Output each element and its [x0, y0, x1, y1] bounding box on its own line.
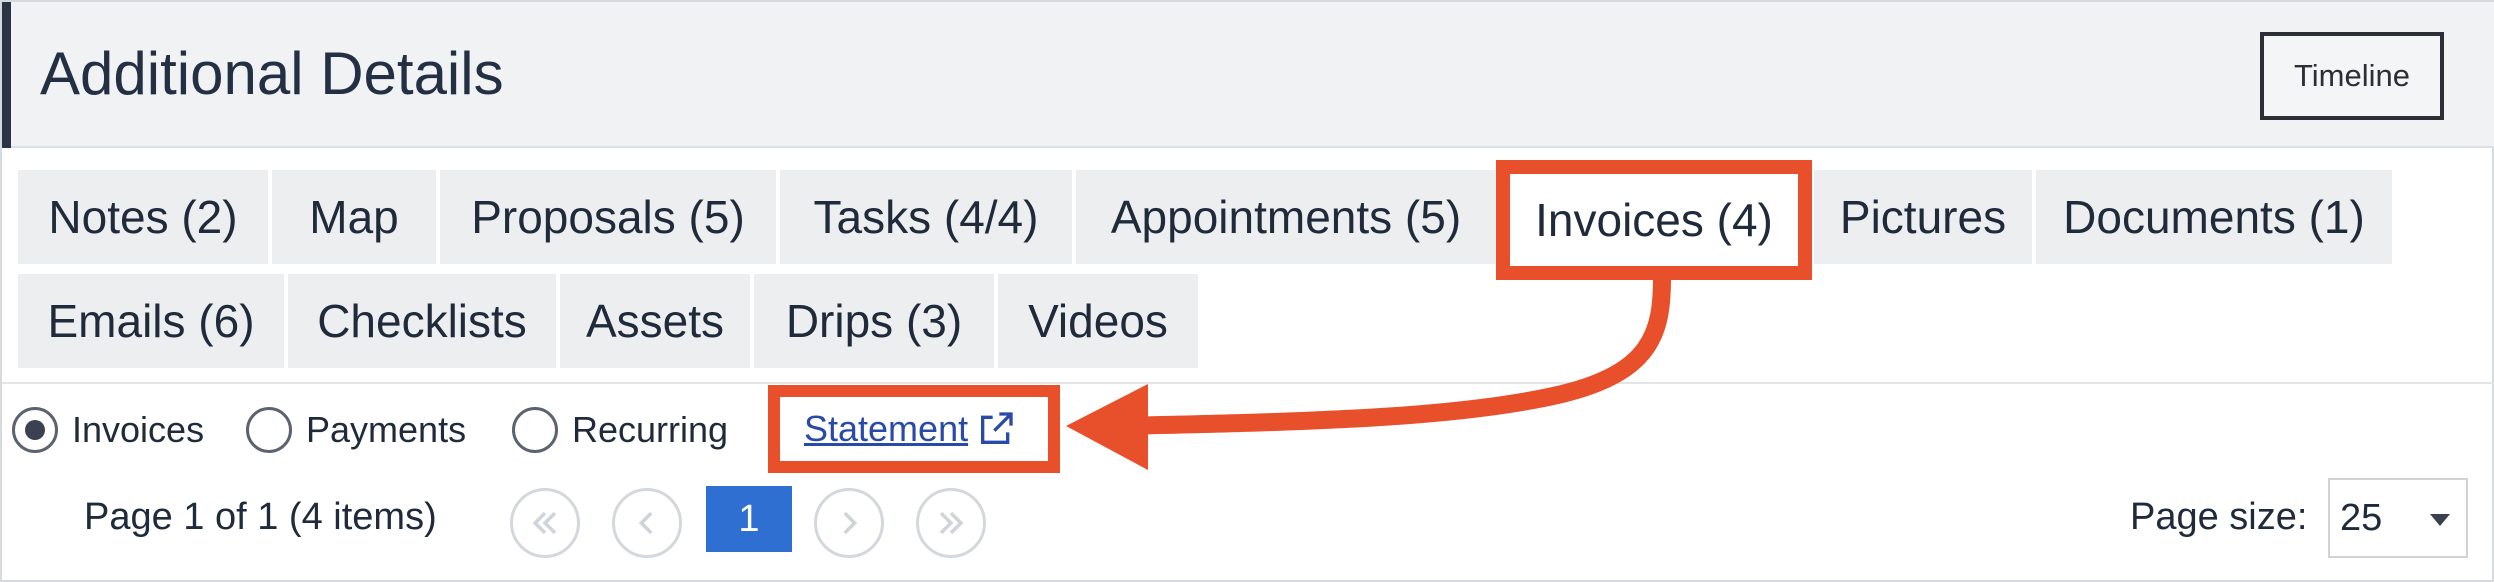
external-link-icon[interactable] — [976, 409, 1016, 449]
radio-invoices[interactable]: Invoices — [12, 404, 204, 456]
chevron-down-icon — [2430, 514, 2450, 526]
page-title: Additional Details — [40, 40, 504, 107]
radio-payments-label: Payments — [306, 409, 467, 450]
tab-notes[interactable]: Notes (2) — [18, 170, 268, 264]
tab-invoices[interactable]: Invoices (4) — [1496, 160, 1812, 280]
tab-drips[interactable]: Drips (3) — [754, 274, 994, 368]
page-size-select[interactable]: 25 — [2328, 478, 2468, 558]
tab-videos[interactable]: Videos — [998, 274, 1198, 368]
next-page-icon — [843, 511, 858, 535]
header-accent-bar — [2, 2, 11, 148]
radio-unchecked-icon[interactable] — [512, 407, 558, 453]
radio-invoices-label: Invoices — [72, 409, 205, 450]
tab-documents[interactable]: Documents (1) — [2036, 170, 2392, 264]
prev-page-icon — [638, 511, 653, 535]
tab-assets[interactable]: Assets — [560, 274, 750, 368]
tab-emails[interactable]: Emails (6) — [18, 274, 284, 368]
tab-tasks[interactable]: Tasks (4/4) — [780, 170, 1072, 264]
pager-info: Page 1 of 1 (4 items) — [84, 496, 437, 538]
last-page-icon — [939, 511, 964, 535]
tab-pictures[interactable]: Pictures — [1814, 170, 2032, 264]
arrowhead-icon — [1066, 384, 1148, 470]
radio-checked-icon[interactable] — [12, 407, 58, 453]
tab-map[interactable]: Map — [272, 170, 436, 264]
page-1-button[interactable]: 1 — [706, 486, 792, 552]
page-size-value: 25 — [2340, 496, 2383, 539]
radio-unchecked-icon[interactable] — [246, 407, 292, 453]
page-size-label: Page size: — [2130, 496, 2308, 538]
tab-checklists[interactable]: Checklists — [288, 274, 556, 368]
section-divider — [2, 382, 2494, 384]
radio-payments[interactable]: Payments — [246, 404, 466, 456]
additional-details-panel: Additional Details Timeline Notes (2) Ma… — [0, 0, 2494, 582]
panel-header: Additional Details Timeline — [2, 2, 2494, 148]
tab-proposals[interactable]: Proposals (5) — [440, 170, 776, 264]
tab-appointments[interactable]: Appointments (5) — [1076, 170, 1496, 264]
statement-highlight: Statement — [768, 385, 1060, 473]
first-page-icon — [532, 511, 557, 535]
radio-recurring-label: Recurring — [572, 409, 729, 450]
prev-page-button[interactable] — [612, 488, 682, 558]
statement-link[interactable]: Statement — [804, 408, 968, 450]
next-page-button[interactable] — [814, 488, 884, 558]
last-page-button[interactable] — [916, 488, 986, 558]
first-page-button[interactable] — [510, 488, 580, 558]
radio-recurring[interactable]: Recurring — [512, 404, 728, 456]
timeline-button[interactable]: Timeline — [2260, 32, 2444, 120]
